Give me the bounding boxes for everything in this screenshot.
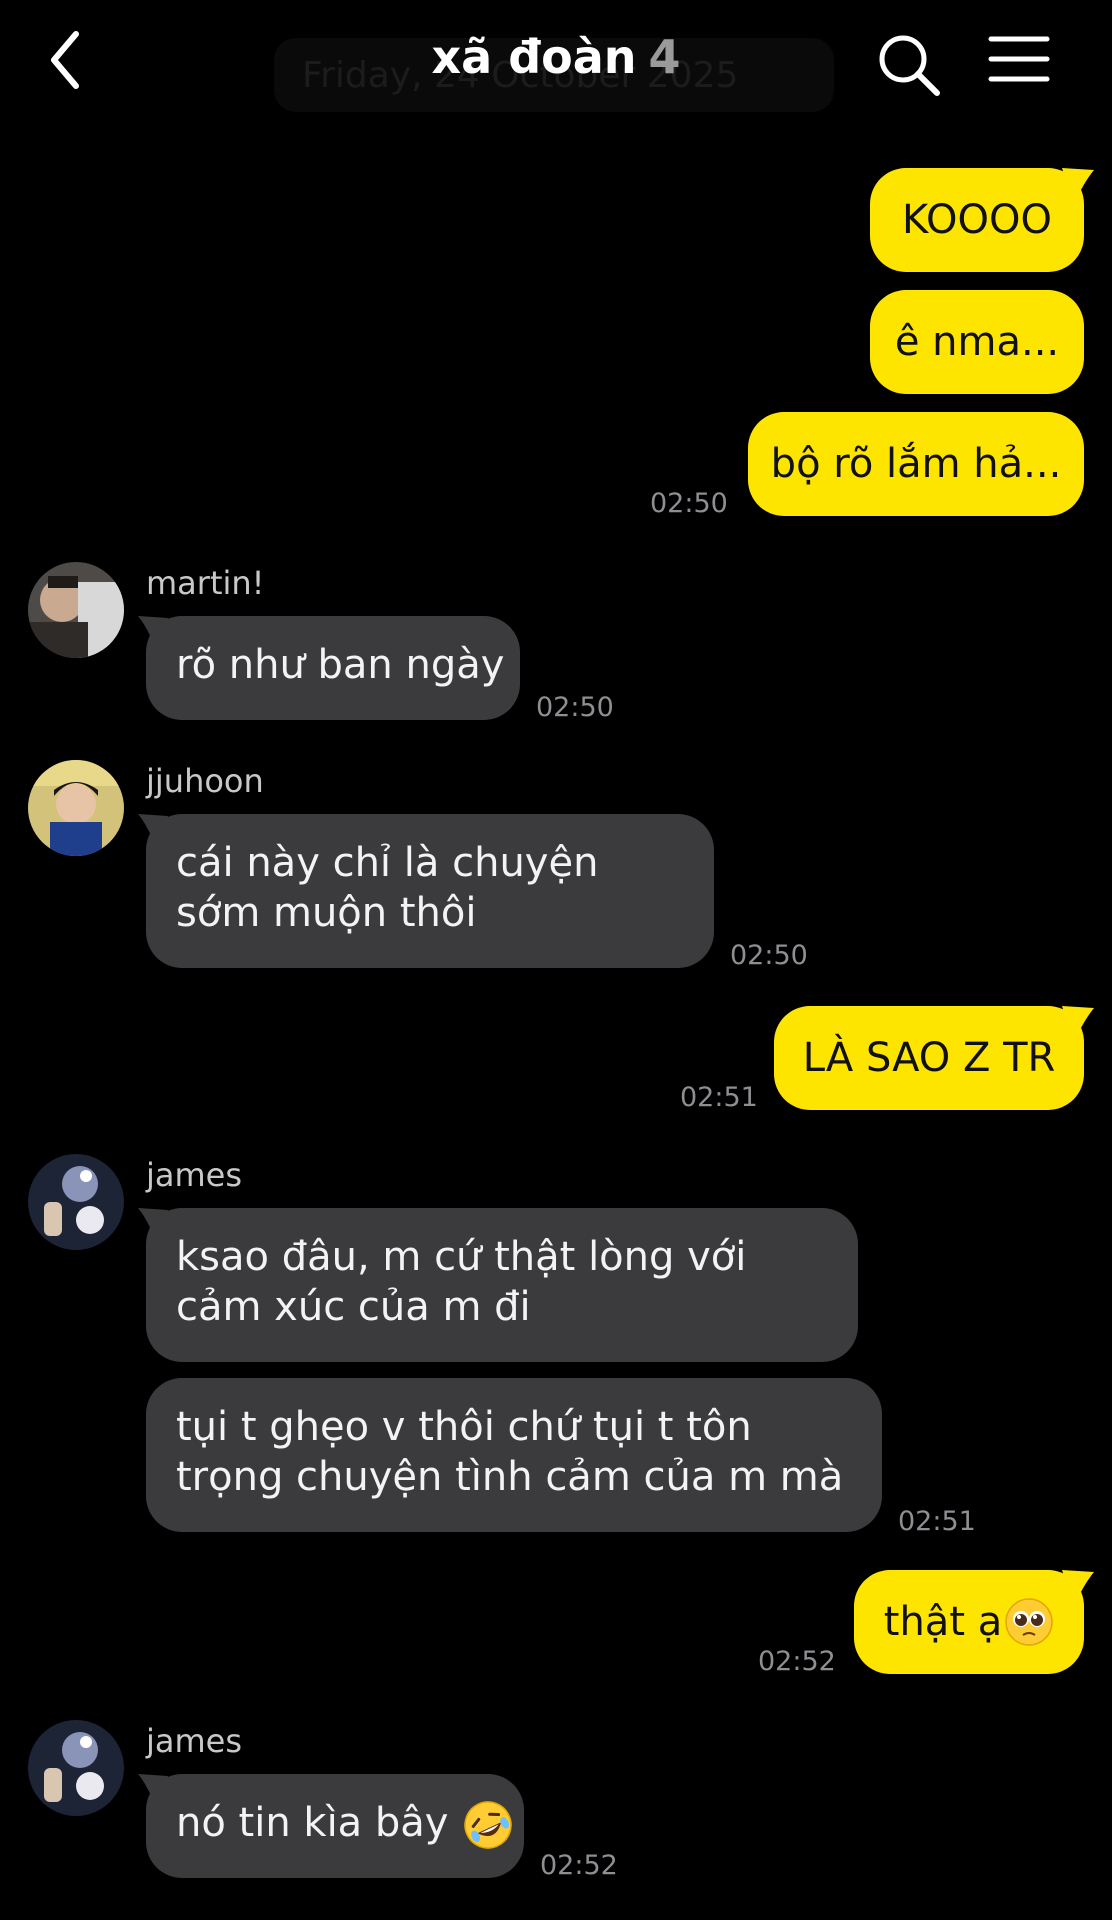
message-text: LÀ SAO Z TR: [802, 1035, 1056, 1081]
hamburger-menu-icon: [988, 36, 1050, 82]
outgoing-message[interactable]: bộ rõ lắm hả...: [748, 412, 1084, 516]
sender-name: james: [146, 1156, 243, 1194]
message-text: cái này chỉ là chuyện sớm muộn thôi: [176, 840, 599, 936]
message-text: tụi t ghẹo v thôi chứ tụi t tôn trọng ch…: [176, 1404, 844, 1500]
outgoing-message[interactable]: thật ạ: [854, 1570, 1084, 1674]
incoming-message[interactable]: nó tin kìa bây: [146, 1774, 524, 1878]
avatar-image: [28, 760, 124, 856]
avatar-image: [28, 1154, 124, 1250]
avatar[interactable]: [28, 1720, 124, 1816]
message-text: KOOOO: [902, 197, 1052, 243]
message-time: 02:52: [758, 1646, 836, 1677]
bubble-tail: [1062, 168, 1094, 204]
chat-name: xã đoàn: [431, 30, 637, 84]
avatar[interactable]: [28, 1154, 124, 1250]
member-count: 4: [648, 30, 681, 84]
outgoing-message[interactable]: ê nma...: [870, 290, 1084, 394]
incoming-message[interactable]: tụi t ghẹo v thôi chứ tụi t tôn trọng ch…: [146, 1378, 882, 1532]
message-time: 02:50: [650, 488, 728, 519]
message-text: nó tin kìa bây: [176, 1800, 449, 1846]
search-button[interactable]: [874, 30, 944, 100]
sender-name: jjuhoon: [146, 762, 264, 800]
message-time: 02:50: [536, 692, 614, 723]
message-time: 02:50: [730, 940, 808, 971]
avatar[interactable]: [28, 562, 124, 658]
chat-title: xã đoàn 4: [0, 30, 1112, 84]
bubble-tail: [1062, 1570, 1094, 1606]
message-time: 02:51: [680, 1082, 758, 1113]
message-text: ksao đâu, m cứ thật lòng với cảm xúc của…: [176, 1234, 747, 1330]
incoming-message[interactable]: cái này chỉ là chuyện sớm muộn thôi: [146, 814, 714, 968]
bubble-tail: [1062, 1006, 1094, 1042]
outgoing-message[interactable]: KOOOO: [870, 168, 1084, 272]
message-text: bộ rõ lắm hả...: [770, 441, 1062, 487]
rolling-on-floor-laughing-emoji: [464, 1801, 512, 1849]
message-text: ê nma...: [894, 319, 1060, 365]
outgoing-message[interactable]: LÀ SAO Z TR: [774, 1006, 1084, 1110]
message-text: rõ như ban ngày: [176, 642, 505, 688]
sender-name: martin!: [146, 564, 265, 602]
avatar[interactable]: [28, 760, 124, 856]
message-time: 02:51: [898, 1506, 976, 1537]
message-text: thật ạ: [883, 1599, 1003, 1645]
menu-button[interactable]: [988, 34, 1050, 84]
incoming-message[interactable]: rõ như ban ngày: [146, 616, 520, 720]
avatar-image: [28, 562, 124, 658]
pleading-face-emoji: [1005, 1598, 1053, 1646]
incoming-message[interactable]: ksao đâu, m cứ thật lòng với cảm xúc của…: [146, 1208, 858, 1362]
avatar-image: [28, 1720, 124, 1816]
message-time: 02:52: [540, 1850, 618, 1881]
sender-name: james: [146, 1722, 243, 1760]
search-icon: [879, 35, 940, 96]
